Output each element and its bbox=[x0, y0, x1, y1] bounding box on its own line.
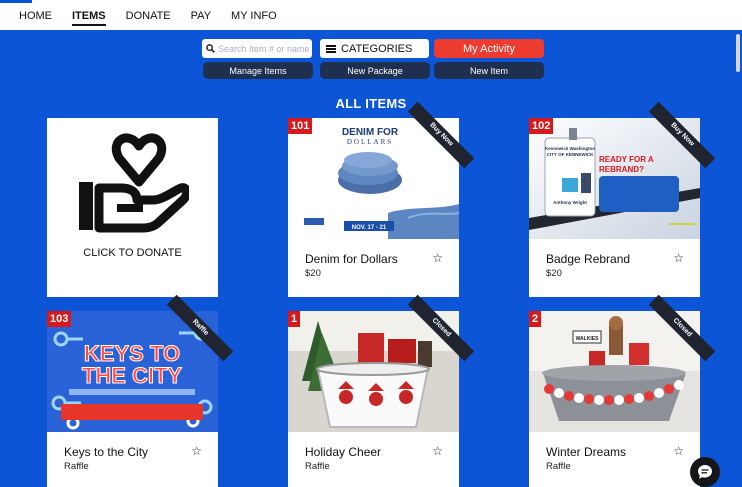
keys-line2-text: THE CITY bbox=[82, 363, 183, 388]
nav-items[interactable]: ITEMS bbox=[72, 9, 106, 26]
my-activity-button[interactable]: My Activity bbox=[434, 39, 544, 58]
denim-line1-text: DENIM FOR bbox=[342, 127, 399, 138]
item-number-badge: 103 bbox=[47, 311, 72, 327]
list-icon bbox=[326, 44, 336, 53]
walkies-sign-text: WALKIES bbox=[576, 336, 599, 342]
item-card-103[interactable]: KEYS TO THE CITY 103 Raffle Keys to the … bbox=[47, 294, 234, 487]
chat-bubble-icon bbox=[698, 465, 712, 479]
item-type: Raffle bbox=[305, 461, 330, 472]
denim-line2-text: DOLLARS bbox=[347, 138, 393, 146]
search-icon bbox=[206, 44, 215, 53]
main-nav: HOME ITEMS DONATE PAY MY INFO bbox=[19, 9, 297, 26]
item-price: $20 bbox=[546, 268, 562, 279]
nav-pay[interactable]: PAY bbox=[191, 9, 211, 26]
new-item-button[interactable]: New Item bbox=[434, 62, 544, 79]
nav-donate[interactable]: DONATE bbox=[126, 9, 171, 26]
donate-label: CLICK TO DONATE bbox=[83, 247, 182, 259]
item-number-badge: 2 bbox=[529, 311, 542, 327]
item-number-badge: 102 bbox=[529, 118, 554, 134]
nav-home[interactable]: HOME bbox=[19, 9, 52, 26]
badge-city2-text: CITY OF KENNEWICK bbox=[547, 152, 594, 157]
search-input[interactable] bbox=[218, 43, 310, 54]
rebrand-line2-text: REBRAND? bbox=[599, 165, 644, 174]
item-title: Denim for Dollars bbox=[305, 252, 398, 266]
item-card-2[interactable]: WALKIES 2 Closed Winter Dreams Raffle ☆ bbox=[529, 294, 716, 487]
item-type: Raffle bbox=[546, 461, 571, 472]
denim-dates-text: NOV. 17 - 21 bbox=[352, 225, 387, 231]
categories-button[interactable]: CATEGORIES bbox=[320, 39, 429, 58]
scrollbar-thumb[interactable] bbox=[736, 34, 740, 72]
donate-hand-heart-icon bbox=[79, 133, 189, 233]
item-card-1[interactable]: 1 Closed Holiday Cheer Raffle ☆ bbox=[288, 294, 475, 487]
item-number-badge: 101 bbox=[288, 118, 313, 134]
top-navbar: HOME ITEMS DONATE PAY MY INFO bbox=[0, 0, 742, 30]
badge-city1-text: Kennewick Washington bbox=[545, 146, 596, 151]
favorite-star-icon[interactable]: ☆ bbox=[432, 445, 443, 457]
new-package-button[interactable]: New Package bbox=[320, 62, 430, 79]
page-title: ALL ITEMS bbox=[335, 96, 407, 111]
item-title: Holiday Cheer bbox=[305, 445, 382, 459]
favorite-star-icon[interactable]: ☆ bbox=[191, 445, 202, 457]
item-price: $20 bbox=[305, 268, 321, 279]
categories-label: CATEGORIES bbox=[341, 42, 413, 55]
manage-items-button[interactable]: Manage Items bbox=[203, 62, 313, 79]
chat-button[interactable] bbox=[690, 457, 720, 487]
search-box bbox=[202, 39, 312, 58]
nav-accent-bar bbox=[0, 0, 32, 3]
item-title: Badge Rebrand bbox=[546, 252, 631, 266]
item-card-101[interactable]: NOV. 17 - 21 DENIM FOR DOLLARS 101 Buy N… bbox=[288, 101, 475, 297]
favorite-star-icon[interactable]: ☆ bbox=[673, 445, 684, 457]
nav-my-info[interactable]: MY INFO bbox=[231, 9, 277, 26]
item-type: Raffle bbox=[64, 461, 89, 472]
favorite-star-icon[interactable]: ☆ bbox=[432, 252, 443, 264]
item-number-badge: 1 bbox=[288, 311, 301, 327]
favorite-star-icon[interactable]: ☆ bbox=[673, 252, 684, 264]
rebrand-line1-text: READY FOR A bbox=[599, 155, 654, 164]
item-card-102[interactable]: Kennewick Washington CITY OF KENNEWICK A… bbox=[529, 101, 716, 297]
item-title: Winter Dreams bbox=[546, 445, 627, 459]
badge-person-text: Anthony Wright bbox=[553, 200, 587, 205]
donate-card[interactable]: CLICK TO DONATE bbox=[47, 118, 218, 297]
item-title: Keys to the City bbox=[64, 445, 149, 459]
